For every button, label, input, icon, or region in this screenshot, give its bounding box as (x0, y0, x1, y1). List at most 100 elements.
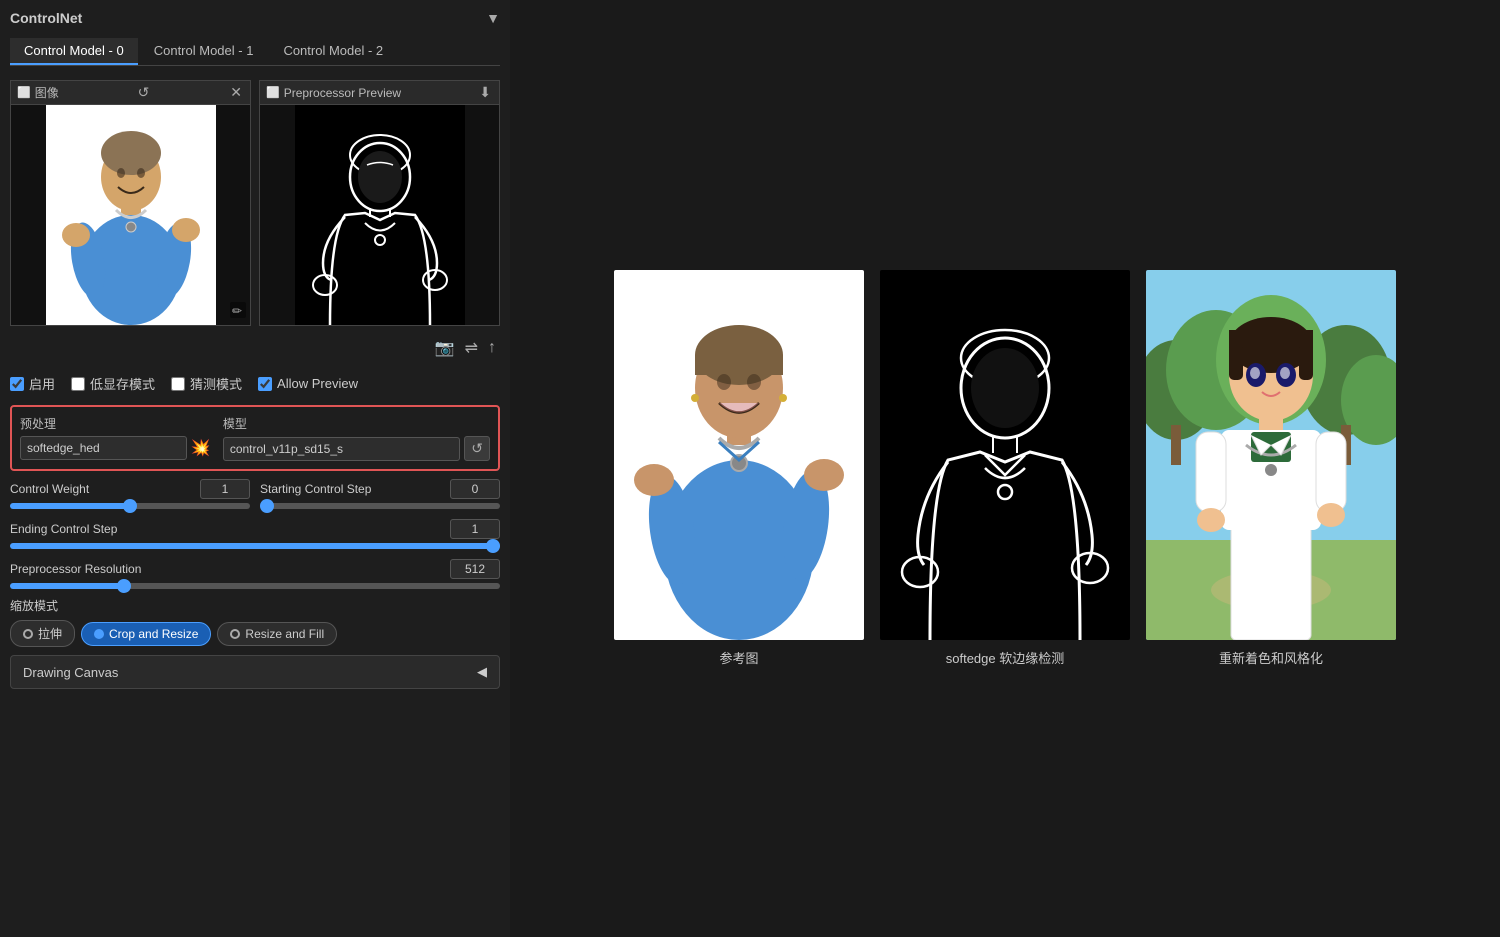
checkbox-guess-mode[interactable]: 猜测模式 (171, 374, 242, 393)
gallery-img-0 (614, 270, 864, 640)
checkbox-enable[interactable]: 启用 (10, 374, 55, 393)
low-vram-label: 低显存模式 (90, 374, 155, 393)
image-close-btn[interactable]: ✕ (228, 84, 244, 101)
gallery-svg-2 (1146, 270, 1396, 640)
original-image-box: ⬜ 图像 ↺ ✕ (10, 80, 251, 326)
zoom-btn-resize-fill[interactable]: Resize and Fill (217, 622, 337, 646)
preprocessor-res-header: Preprocessor Resolution 512 (10, 559, 500, 579)
gallery-item-1: softedge 软边缘检测 (880, 270, 1130, 667)
control-weight-value: 1 (200, 479, 250, 499)
preprocessor-input-row: softedge_hed 💥 (20, 436, 211, 460)
gallery-img-2 (1146, 270, 1396, 640)
panel-header: ControlNet ▼ (10, 10, 500, 26)
right-panel: 参考图 (510, 0, 1500, 937)
preprocessor-preview-header: ⬜ Preprocessor Preview ⬇ (260, 81, 499, 105)
upload-btn[interactable]: ↑ (488, 338, 496, 358)
original-image-header: ⬜ 图像 ↺ ✕ (11, 81, 250, 105)
gallery-caption-2: 重新着色和风格化 (1219, 648, 1323, 667)
zoom-label-stretch: 拉伸 (38, 625, 62, 642)
drawing-canvas-arrow: ◀ (477, 664, 487, 680)
preprocessor-res-row: Preprocessor Resolution 512 (10, 559, 500, 589)
model-select[interactable]: control_v11p_sd15_s (223, 437, 460, 461)
original-image-body (11, 105, 250, 325)
enable-checkbox[interactable] (10, 377, 24, 391)
zoom-label-crop: Crop and Resize (109, 627, 198, 641)
preprocessor-preview-box: ⬜ Preprocessor Preview ⬇ (259, 80, 500, 326)
preprocessor-label-icon: ⬜ (266, 86, 280, 99)
sliders-section: Control Weight 1 Starting Control Step 0… (10, 479, 500, 589)
preprocessor-preview-body (260, 105, 499, 325)
ending-step-header: Ending Control Step 1 (10, 519, 500, 539)
gallery-svg-0 (614, 270, 864, 640)
gallery-caption-0: 参考图 (719, 648, 758, 667)
zoom-btn-stretch[interactable]: 拉伸 (10, 620, 75, 647)
image-reset-btn[interactable]: ↺ (136, 84, 152, 101)
zoom-section: 缩放模式 拉伸 Crop and Resize Resize and Fill (10, 597, 500, 647)
panel-collapse-arrow[interactable]: ▼ (486, 10, 500, 26)
preprocessor-run-btn[interactable]: 💥 (191, 438, 211, 458)
preprocessor-download-btn[interactable]: ⬇ (477, 84, 493, 101)
starting-step-header: Starting Control Step 0 (260, 479, 500, 499)
image-edit-icon[interactable]: ✏ (230, 302, 246, 321)
original-image-label: 图像 (35, 84, 59, 101)
drawing-canvas-label: Drawing Canvas (23, 665, 118, 680)
model-reload-btn[interactable]: ↺ (464, 436, 490, 461)
left-panel: ControlNet ▼ Control Model - 0 Control M… (0, 0, 510, 937)
nurse-edge-svg (295, 105, 465, 325)
drawing-canvas-bar[interactable]: Drawing Canvas ◀ (10, 655, 500, 689)
preprocessor-preview-label: Preprocessor Preview (284, 86, 401, 100)
pencil-icon: ✏ (230, 302, 246, 318)
zoom-radio-fill (230, 629, 240, 639)
ending-step-value: 1 (450, 519, 500, 539)
checkbox-low-vram[interactable]: 低显存模式 (71, 374, 155, 393)
zoom-buttons: 拉伸 Crop and Resize Resize and Fill (10, 620, 500, 647)
low-vram-checkbox[interactable] (71, 377, 85, 391)
gallery: 参考图 (614, 270, 1396, 667)
starting-step-value: 0 (450, 479, 500, 499)
preprocessor-group: 预处理 softedge_hed 💥 (20, 415, 211, 461)
ending-step-slider[interactable] (10, 543, 500, 549)
checkbox-allow-preview[interactable]: Allow Preview (258, 376, 358, 391)
preprocessor-res-label: Preprocessor Resolution (10, 562, 141, 576)
image-icon: ⬜ (17, 86, 31, 99)
gallery-caption-1: softedge 软边缘检测 (946, 648, 1065, 667)
model-group: 模型 control_v11p_sd15_s ↺ (223, 415, 490, 461)
allow-preview-label: Allow Preview (277, 376, 358, 391)
zoom-radio-crop (94, 629, 104, 639)
gallery-img-1 (880, 270, 1130, 640)
tab-control-model-2[interactable]: Control Model - 2 (269, 38, 397, 65)
zoom-btn-crop-resize[interactable]: Crop and Resize (81, 622, 211, 646)
gallery-svg-1 (880, 270, 1130, 640)
preprocessor-section-label: 预处理 (20, 415, 211, 432)
ending-step-row: Ending Control Step 1 (10, 519, 500, 549)
model-tabs: Control Model - 0 Control Model - 1 Cont… (10, 38, 500, 66)
zoom-label-fill: Resize and Fill (245, 627, 324, 641)
preprocessor-res-slider[interactable] (10, 583, 500, 589)
zoom-radio-stretch (23, 629, 33, 639)
preprocessor-res-value: 512 (450, 559, 500, 579)
gallery-item-0: 参考图 (614, 270, 864, 667)
swap-btn[interactable]: ⇌ (465, 338, 478, 358)
tab-control-model-0[interactable]: Control Model - 0 (10, 38, 138, 65)
camera-btn[interactable]: 📷 (435, 338, 455, 358)
image-row: ⬜ 图像 ↺ ✕ (10, 80, 500, 326)
preprocessor-select[interactable]: softedge_hed (20, 436, 187, 460)
allow-preview-checkbox[interactable] (258, 377, 272, 391)
gallery-item-2: 重新着色和风格化 (1146, 270, 1396, 667)
ending-step-label: Ending Control Step (10, 522, 117, 536)
starting-step-label: Starting Control Step (260, 482, 371, 496)
guess-mode-checkbox[interactable] (171, 377, 185, 391)
nurse-original-svg (46, 105, 216, 325)
model-input-row: control_v11p_sd15_s ↺ (223, 436, 490, 461)
control-weight-row: Control Weight 1 (10, 479, 250, 509)
checkboxes-row: 启用 低显存模式 猜测模式 Allow Preview (10, 370, 500, 397)
starting-step-slider[interactable] (260, 503, 500, 509)
control-weight-label: Control Weight (10, 482, 89, 496)
model-section: 预处理 softedge_hed 💥 模型 control_v11p_sd15_… (10, 405, 500, 471)
control-weight-slider[interactable] (10, 503, 250, 509)
model-section-label: 模型 (223, 415, 490, 432)
control-weight-header: Control Weight 1 (10, 479, 250, 499)
panel-title: ControlNet (10, 10, 82, 26)
tab-control-model-1[interactable]: Control Model - 1 (140, 38, 268, 65)
svg-text:✏: ✏ (232, 304, 242, 318)
